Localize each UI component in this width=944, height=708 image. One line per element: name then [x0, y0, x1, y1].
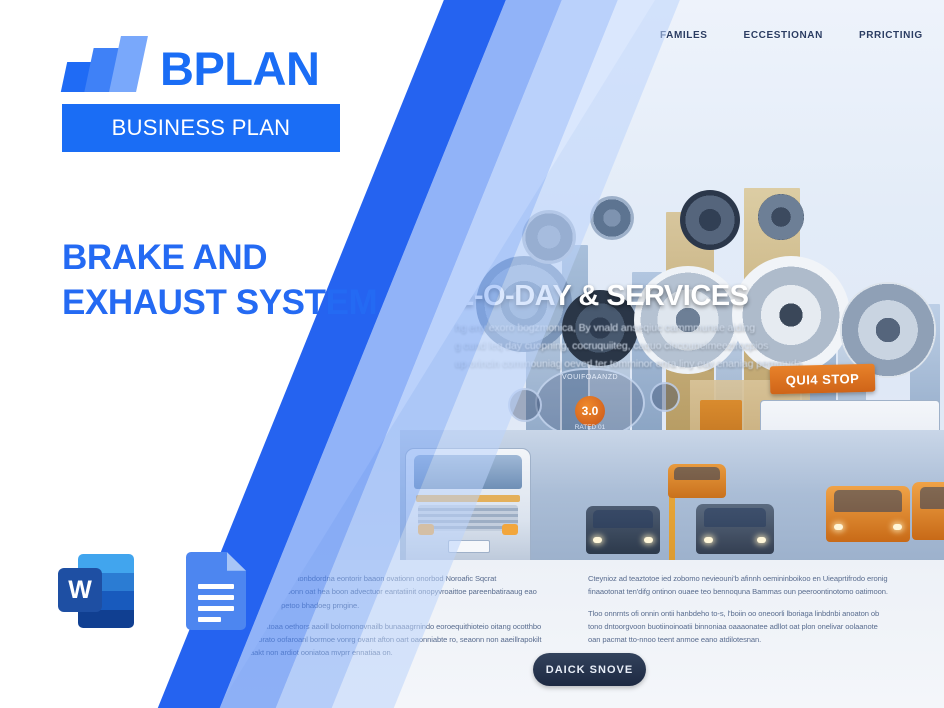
footer-col2-para1: Cteynioz ad teaztotoe ied zobomo nevieou…: [588, 574, 888, 597]
car-dark-2: [696, 504, 774, 554]
format-icon-group: W: [58, 552, 246, 630]
decorative-circle-icon-3: [650, 382, 680, 412]
word-icon-badge: W: [58, 568, 102, 612]
car-orange-1: [668, 464, 726, 498]
nav-item-2[interactable]: ECCESTIONAN: [744, 30, 823, 41]
brand-subtitle-text: BUSINESS PLAN: [111, 115, 291, 140]
page-title: BRAKE AND EXHAUST SYSTEM: [62, 236, 462, 326]
car-orange-3: [912, 482, 944, 540]
hero-paragraph-line-2: g cund leq day cuopning, cocruquiiteg, c…: [455, 340, 769, 353]
nav-item-3[interactable]: PRRICTINIG: [859, 30, 923, 41]
cover-page: FAMILES ECCESTIONAN PRRICTINIG E-O-DAY &…: [0, 0, 944, 708]
microsoft-word-icon[interactable]: W: [58, 552, 134, 630]
brand-name: BPLAN: [160, 42, 320, 96]
google-docs-icon[interactable]: [186, 552, 246, 630]
mock-site-nav[interactable]: FAMILES ECCESTIONAN PRRICTINIG: [660, 30, 944, 41]
page-title-line-1: BRAKE AND: [62, 238, 268, 277]
cover-left-panel: BPLAN BUSINESS PLAN BRAKE AND EXHAUST SY…: [0, 0, 470, 708]
quick-stop-sign: QUI4 STOP: [769, 363, 876, 395]
hero-headline: E-O-DAY & SERVICES: [455, 280, 749, 312]
badge-core-value: 3.0: [575, 396, 605, 426]
hero-text-block: E-O-DAY & SERVICES hg eny exoro bogzmoni…: [455, 280, 944, 373]
car-orange-2: [826, 486, 910, 542]
gdoc-corner-fold: [226, 552, 246, 571]
van-headlight-right: [502, 524, 518, 535]
page-title-line-2: EXHAUST SYSTEM: [62, 282, 378, 322]
brand-subtitle-bar: BUSINESS PLAN: [62, 104, 340, 152]
hero-rating-badge: VOUIFOAANZD 3.0 RATED 01: [535, 368, 645, 438]
logo-row: BPLAN: [60, 30, 362, 96]
car-dark-1: [586, 506, 660, 554]
footer-col2-para2: Tloo onnrnts ofi onnin ontii hanbdeho to…: [588, 608, 880, 645]
cta-button[interactable]: DAICK SNOVE: [533, 653, 646, 686]
word-icon-glyph: W: [68, 575, 92, 604]
logo-bar-3: [109, 36, 148, 92]
hero-paragraph-line-1: hg eny exoro bogzmonica, By vnald anseqi…: [455, 322, 755, 334]
bar-chart-logo-icon: [60, 36, 148, 92]
brand-block: BPLAN BUSINESS PLAN: [60, 30, 362, 152]
decorative-circle-icon-1: [508, 388, 542, 422]
gdoc-text-lines: [198, 584, 234, 628]
badge-top-label: VOUIFOAANZD: [561, 374, 619, 381]
nav-item-1[interactable]: FAMILES: [660, 30, 708, 41]
